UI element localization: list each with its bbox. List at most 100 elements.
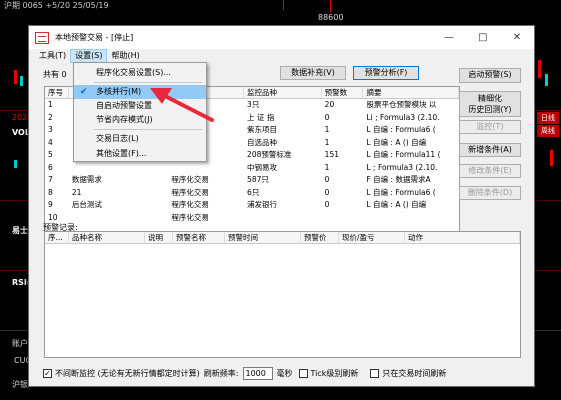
table-cell: 1 xyxy=(324,125,330,134)
table-cell: L 自编 : A () 自编 xyxy=(366,137,427,147)
table-cell: 数据需求 xyxy=(71,175,102,184)
column-header[interactable]: 现价/盈亏 xyxy=(339,232,405,243)
table-cell: 9 xyxy=(48,200,53,209)
candle xyxy=(545,74,548,86)
table-cell: L 自编 : Formula6 ( xyxy=(366,125,436,134)
add-condition-button[interactable]: 新增条件(A) xyxy=(459,143,521,157)
table-row[interactable]: 10 程序化交易 xyxy=(45,212,459,225)
trade-time-checkbox[interactable] xyxy=(370,368,380,378)
tick-refresh-label: Tick级别刷新 xyxy=(310,368,359,378)
candle xyxy=(14,160,17,168)
menu-item-label: 多核并行(M) xyxy=(96,87,142,96)
column-header[interactable]: 摘要 xyxy=(363,87,459,98)
table-cell: 紫东项目 xyxy=(247,125,278,134)
table-cell xyxy=(69,162,169,175)
alert-analysis-button[interactable]: 预警分析(F) xyxy=(353,66,419,80)
menu-item-label: 其他设置(F)... xyxy=(96,149,147,158)
app-icon xyxy=(35,31,49,44)
table-row[interactable]: 6 中钢易攻 1 L ; Formula3 (2.10. xyxy=(45,162,459,175)
data-fill-button[interactable]: 数据补充(V) xyxy=(280,66,346,80)
alert-records-table: 序... 品种名称 说明 预警名称 预警时间 预警价 现价/盈亏 动作 xyxy=(44,231,521,358)
start-alert-button[interactable]: 启动预警(S) xyxy=(459,68,521,83)
table-cell: 1 xyxy=(324,162,330,172)
table-cell xyxy=(244,212,322,225)
column-header[interactable]: 说明 xyxy=(145,232,173,243)
table-cell: L 自编 : Formula11 ( xyxy=(366,150,441,159)
table-cell: L ; Formula3 (2.10. xyxy=(366,162,438,172)
table-cell: 程序化交易 xyxy=(171,200,209,209)
no-interval-checkbox[interactable]: ✓ xyxy=(43,368,52,378)
candle xyxy=(538,60,541,78)
table-header: 序... 品种名称 说明 预警名称 预警时间 预警价 现价/盈亏 动作 xyxy=(45,232,520,244)
table-cell: 587只 xyxy=(247,175,269,184)
ms-label: 毫秒 xyxy=(276,368,293,378)
table-cell: 5 xyxy=(48,150,53,159)
menu-item-label: 程序化交易设置(S)... xyxy=(96,68,171,77)
check-icon: ✔ xyxy=(80,87,88,97)
table-cell: 3只 xyxy=(247,100,260,109)
column-header[interactable]: 预警价 xyxy=(301,232,339,243)
menu-item-program-trading-settings[interactable]: 程序化交易设置(S)... xyxy=(74,66,206,80)
column-header[interactable]: 预警数 xyxy=(322,87,364,98)
tick-refresh-checkbox[interactable] xyxy=(298,368,308,378)
edit-condition-button[interactable]: 修改条件(E) xyxy=(459,164,521,178)
menu-item-trade-log[interactable]: 交易日志(L) xyxy=(74,132,206,146)
chart-price-label: 88600 xyxy=(318,13,344,22)
table-cell: 151 xyxy=(324,150,339,159)
table-row[interactable]: 8 21 程序化交易 6只 0 L 自编 : Formula6 ( xyxy=(45,187,459,200)
table-cell: 程序化交易 xyxy=(171,187,209,197)
table-row[interactable]: 9 后台测试 程序化交易 浦发银行 0 L 自编 : A () 自编 xyxy=(45,199,459,212)
table-cell: 中钢易攻 xyxy=(247,162,278,172)
menu-item-other-settings[interactable]: 其他设置(F)... xyxy=(74,147,206,161)
column-header[interactable]: 预警时间 xyxy=(225,232,301,243)
menu-settings[interactable]: 设置(S) xyxy=(70,49,108,63)
chart-top-text: 沪期 0065 +5/20 25/05/19 xyxy=(4,1,109,10)
menu-item-memory-saving-mode[interactable]: 节省内存模式(J) xyxy=(74,113,206,127)
no-interval-label: 不间断监控 (无论有无新行情都定时计算) xyxy=(55,368,200,378)
table-cell: 21 xyxy=(71,187,82,197)
maximize-button[interactable]: □ xyxy=(466,26,500,49)
table-cell: 股票平仓预警模块 以 xyxy=(366,100,437,109)
table-cell: 自选品种 xyxy=(247,137,278,147)
candle-wick xyxy=(330,0,331,12)
candle xyxy=(550,150,553,166)
table-cell: 208预警标准 xyxy=(247,150,292,159)
table-cell: 上 证 指 xyxy=(247,112,275,122)
chart-tag: 周线 xyxy=(537,125,559,137)
column-header[interactable]: 序号 xyxy=(45,87,69,98)
column-header[interactable]: 品种名称 xyxy=(69,232,145,243)
menu-help[interactable]: 帮助(H) xyxy=(107,49,143,63)
delete-condition-button[interactable]: 删除条件(D) xyxy=(459,186,521,200)
table-cell xyxy=(69,212,169,225)
refresh-label: 刷新频率: xyxy=(203,368,239,378)
menu-tools[interactable]: 工具(T) xyxy=(35,49,70,63)
title-bar[interactable]: 本地预警交易 - [停止] — □ ✕ xyxy=(29,26,534,49)
table-cell: 1 xyxy=(324,137,330,147)
close-button[interactable]: ✕ xyxy=(500,26,534,49)
minimize-button[interactable]: — xyxy=(432,26,466,49)
table-row[interactable]: 7 数据需求 程序化交易 587只 0 F 自编 : 数据需求A xyxy=(45,174,459,187)
history-backtest-button[interactable]: 精细化 历史回测(Y) xyxy=(459,91,521,117)
table-cell: 浦发银行 xyxy=(247,200,278,209)
menu-item-autostart-alert-settings[interactable]: 自启动预警设置 xyxy=(74,99,206,113)
column-header[interactable]: 预警名称 xyxy=(173,232,225,243)
table-cell: 程序化交易 xyxy=(171,212,209,222)
menu-separator xyxy=(94,82,202,83)
footer-bar: ✓ 不间断监控 (无论有无新行情都定时计算) 刷新频率: 1000 毫秒 Tic… xyxy=(43,366,523,380)
table-cell xyxy=(322,212,364,225)
settings-dropdown-menu: 程序化交易设置(S)... ✔ 多核并行(M) 自启动预警设置 节省内存模式(J)… xyxy=(73,62,207,162)
alert-count: 共有 0 xyxy=(43,70,67,79)
menu-item-multicore-parallel[interactable]: ✔ 多核并行(M) xyxy=(74,85,206,99)
history-backtest-label-2: 历史回测(Y) xyxy=(468,105,512,114)
table-cell xyxy=(363,212,459,225)
table-cell: F 自编 : 数据需求A xyxy=(366,175,431,184)
refresh-interval-input[interactable]: 1000 xyxy=(242,366,273,380)
history-backtest-label-1: 精细化 xyxy=(478,94,502,103)
chart-tag: 日线 xyxy=(537,112,559,124)
monitor-button[interactable]: 监控(T) xyxy=(459,120,521,134)
table-cell: 2 xyxy=(48,112,53,122)
menu-item-label: 节省内存模式(J) xyxy=(96,115,153,124)
column-header[interactable]: 监控品种 xyxy=(244,87,322,98)
column-header[interactable]: 动作 xyxy=(405,232,520,243)
column-header[interactable]: 序... xyxy=(45,232,69,243)
